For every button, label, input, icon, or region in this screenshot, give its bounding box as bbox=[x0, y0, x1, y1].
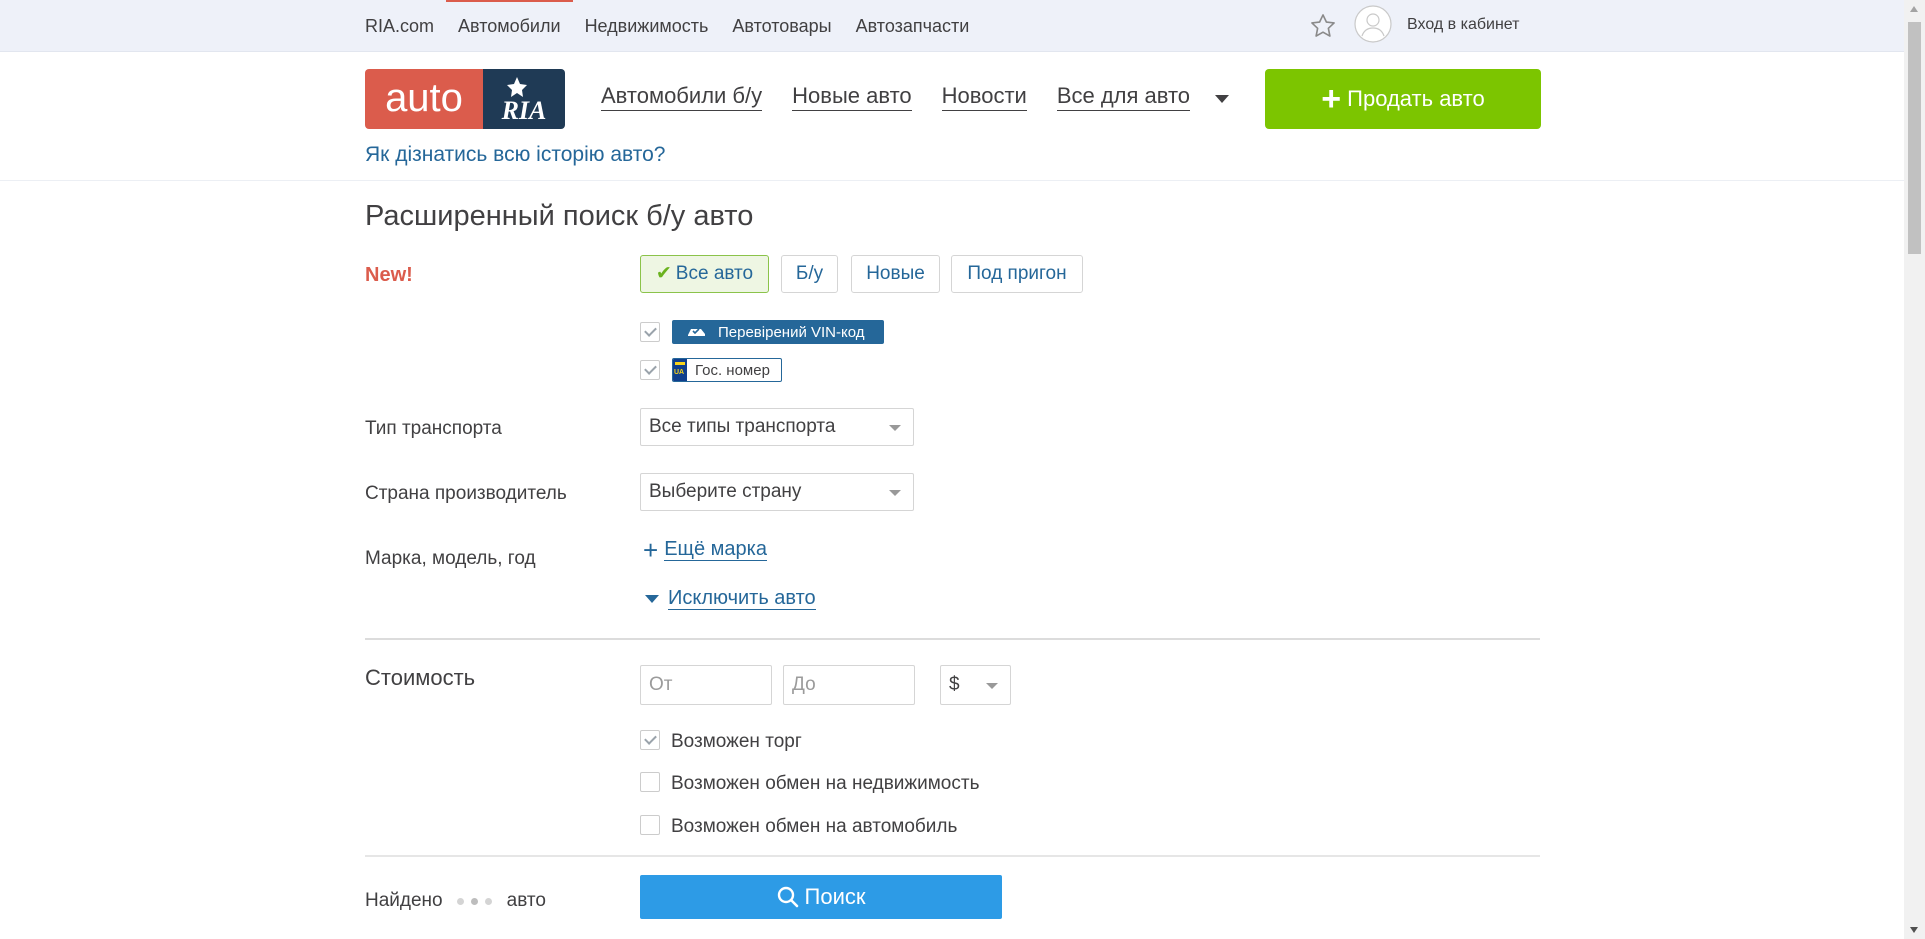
caret-down-icon bbox=[986, 683, 998, 689]
vin-checkbox[interactable] bbox=[640, 322, 660, 342]
search-icon bbox=[777, 886, 798, 908]
search-label: Поиск bbox=[804, 884, 866, 909]
scroll-down-icon[interactable] bbox=[1910, 927, 1918, 933]
nav-used-cars[interactable]: Автомобили б/у bbox=[601, 84, 763, 111]
check-icon: ✔ bbox=[655, 263, 672, 284]
vin-badge: Перевірений VIN-код bbox=[672, 320, 884, 344]
bargain-label[interactable]: Возможен торг bbox=[671, 731, 802, 753]
top-nav-realty[interactable]: Недвижимость bbox=[573, 0, 721, 51]
plus-icon: + bbox=[643, 534, 659, 565]
country-select-value: Выберите страну bbox=[649, 481, 802, 502]
logo[interactable]: auto RIA bbox=[365, 69, 565, 129]
nav-all-for-auto[interactable]: Все для авто bbox=[1056, 84, 1191, 111]
plate-checkbox[interactable] bbox=[640, 360, 660, 380]
segment-all-cars[interactable]: ✔ Все авто bbox=[640, 255, 769, 293]
top-nav: RIA.com Автомобили Недвижимость Автотова… bbox=[365, 0, 981, 51]
brand-label: Марка, модель, год bbox=[365, 548, 536, 569]
login-link[interactable]: Вход в кабинет bbox=[1407, 16, 1519, 34]
sell-car-label: Продать авто bbox=[1347, 86, 1485, 111]
ria-logo-icon: RIA bbox=[501, 77, 547, 125]
price-from-input[interactable]: От bbox=[640, 665, 772, 705]
sell-car-button[interactable]: + Продать авто bbox=[1265, 69, 1541, 129]
found-prefix: Найдено bbox=[365, 890, 443, 911]
scroll-up-icon[interactable] bbox=[1910, 6, 1918, 12]
scrollbar-thumb[interactable] bbox=[1908, 22, 1921, 254]
add-brand-link[interactable]: + Ещё марка bbox=[643, 534, 767, 565]
top-nav-cars[interactable]: Автомобили bbox=[446, 0, 573, 51]
site-header bbox=[0, 52, 1904, 181]
country-select[interactable]: Выберите страну bbox=[640, 473, 914, 511]
transport-select[interactable]: Все типы транспорта bbox=[640, 408, 914, 446]
price-label: Стоимость bbox=[365, 665, 476, 690]
exclude-link[interactable]: Исключить авто bbox=[645, 587, 816, 610]
top-nav-autogoods[interactable]: Автотовары bbox=[720, 0, 843, 51]
logo-auto: auto bbox=[365, 69, 483, 129]
nav-news[interactable]: Новости bbox=[941, 84, 1027, 111]
car-check-icon bbox=[688, 328, 705, 336]
segment-used[interactable]: Б/у bbox=[781, 255, 838, 293]
nav-new-cars[interactable]: Новые авто bbox=[792, 84, 912, 111]
history-link[interactable]: Як дізнатись всю історію авто? bbox=[365, 143, 665, 167]
triangle-down-icon bbox=[645, 594, 659, 603]
ua-flag-icon: UA bbox=[673, 359, 687, 381]
caret-down-icon bbox=[889, 425, 901, 431]
user-avatar-icon[interactable] bbox=[1354, 5, 1392, 43]
top-nav-parts[interactable]: Автозапчасти bbox=[844, 0, 982, 51]
segment-new[interactable]: Новые bbox=[851, 255, 940, 293]
plate-badge-label: Гос. номер bbox=[695, 361, 770, 379]
divider bbox=[365, 638, 1540, 640]
page-title: Расширенный поиск б/у авто bbox=[365, 200, 754, 232]
price-to-input[interactable]: До bbox=[783, 665, 915, 705]
transport-label: Тип транспорта bbox=[365, 418, 502, 439]
segment-import[interactable]: Под пригон bbox=[951, 255, 1083, 293]
top-nav-ria[interactable]: RIA.com bbox=[365, 0, 446, 51]
car-exchange-checkbox[interactable] bbox=[640, 815, 660, 835]
plate-badge: UA Гос. номер bbox=[672, 358, 782, 382]
logo-ria: RIA bbox=[483, 69, 565, 129]
currency-select[interactable]: $ bbox=[940, 665, 1011, 705]
realty-exchange-label[interactable]: Возможен обмен на недвижимость bbox=[671, 773, 979, 795]
bargain-checkbox[interactable] bbox=[640, 730, 660, 750]
realty-exchange-checkbox[interactable] bbox=[640, 772, 660, 792]
main-nav: Автомобили б/у Новые авто Новости Все дл… bbox=[601, 84, 1191, 111]
search-button[interactable]: Поиск bbox=[640, 875, 1002, 919]
currency-value: $ bbox=[949, 674, 960, 695]
star-icon[interactable] bbox=[1309, 12, 1337, 40]
new-label: New! bbox=[365, 264, 413, 286]
caret-down-icon bbox=[889, 490, 901, 496]
loading-dots-icon bbox=[456, 897, 499, 905]
country-label: Страна производитель bbox=[365, 483, 567, 504]
found-counter: Найдено авто bbox=[365, 890, 546, 912]
vin-badge-label: Перевірений VIN-код bbox=[718, 323, 865, 341]
add-brand-label: Ещё марка bbox=[664, 538, 767, 561]
plus-icon: + bbox=[1321, 80, 1342, 118]
exclude-label: Исключить авто bbox=[668, 587, 816, 610]
logo-ria-text: RIA bbox=[501, 96, 547, 125]
car-exchange-label[interactable]: Возможен обмен на автомобиль bbox=[671, 816, 957, 838]
top-bar: RIA.com Автомобили Недвижимость Автотова… bbox=[0, 0, 1904, 52]
segment-label: Все авто bbox=[675, 263, 754, 284]
found-suffix: авто bbox=[506, 890, 546, 911]
chevron-down-icon[interactable] bbox=[1215, 95, 1229, 103]
vertical-scrollbar[interactable] bbox=[1904, 0, 1925, 939]
ua-flag-text: UA bbox=[674, 369, 685, 376]
transport-select-value: Все типы транспорта bbox=[649, 416, 836, 437]
